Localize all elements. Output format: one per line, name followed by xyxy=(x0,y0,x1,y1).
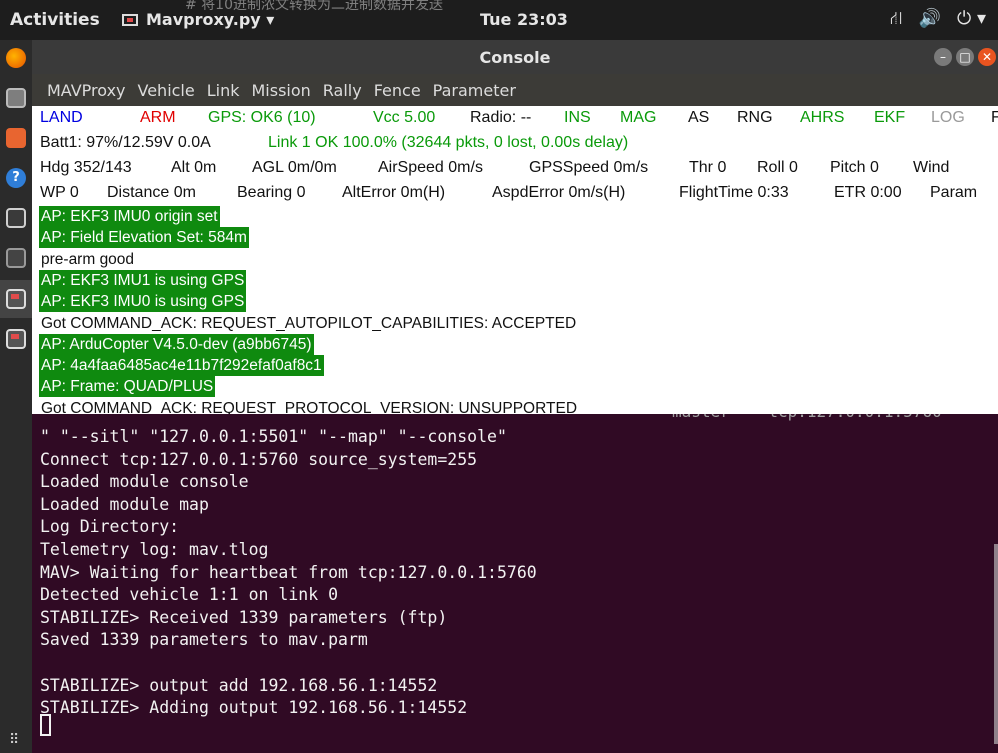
status-field: AspdError 0m/s(H) xyxy=(492,184,626,201)
status-field: Hdg 352/143 xyxy=(40,159,132,176)
console-window: Console – □ ✕ MAVProxy Vehicle Link Miss… xyxy=(32,40,998,414)
status-flag: F xyxy=(991,109,998,126)
clock[interactable]: Tue 23:03 xyxy=(480,10,568,29)
status-field: Wind xyxy=(913,159,950,176)
help-icon[interactable]: ? xyxy=(6,168,26,188)
terminal-line: Loaded module map xyxy=(40,494,209,514)
menu-mavproxy[interactable]: MAVProxy xyxy=(47,81,126,100)
status-flag: RNG xyxy=(737,109,773,126)
status-field: Param xyxy=(930,184,978,201)
status-field: Bearing 0 xyxy=(237,184,306,201)
mavproxy-map-window-icon[interactable] xyxy=(6,329,26,349)
terminal-line: MAV> Waiting for heartbeat from tcp:127.… xyxy=(40,562,537,582)
terminal-line: Log Directory: xyxy=(40,517,180,537)
app-menu-label: Mavproxy.py ▾ xyxy=(146,10,275,29)
status-field: FlightTime 0:33 xyxy=(679,184,789,201)
network-icon[interactable]: ⛙ xyxy=(890,8,903,32)
status-field: Thr 0 xyxy=(689,159,727,176)
terminal-window[interactable]: master tcp:127.0.0.1:5760 " "--sitl" "12… xyxy=(32,402,998,753)
system-monitor-icon[interactable] xyxy=(6,248,26,268)
menu-mission[interactable]: Mission xyxy=(251,81,310,100)
status-field: ETR 0:00 xyxy=(834,184,902,201)
close-button[interactable]: ✕ xyxy=(978,48,996,66)
console-message: pre-arm good xyxy=(41,250,135,268)
console-menubar: MAVProxy Vehicle Link Mission Rally Fenc… xyxy=(32,74,998,106)
status-row-attitude: Hdg 352/143 Alt 0m AGL 0m/0m AirSpeed 0m/s G… xyxy=(32,156,998,181)
dock: ? ⠿ xyxy=(0,40,32,753)
activities-button[interactable]: Activities xyxy=(10,10,100,30)
power-icon[interactable]: ⏻ ▾ xyxy=(957,8,986,32)
console-titlebar[interactable]: Console – □ ✕ xyxy=(32,40,998,74)
minimize-button[interactable]: – xyxy=(934,48,952,66)
console-message: AP: Field Elevation Set: 584m xyxy=(39,227,249,249)
status-field: AltError 0m(H) xyxy=(342,184,446,201)
terminal-line: Saved 1339 parameters to mav.parm xyxy=(40,630,368,650)
status-field: AGL 0m/0m xyxy=(252,159,337,176)
terminal-line: STABILIZE> Adding output 192.168.56.1:14… xyxy=(40,698,468,718)
status-row-navigation: WP 0 Distance 0m Bearing 0 AltError 0m(H) As… xyxy=(32,181,998,206)
files-icon[interactable] xyxy=(6,88,26,108)
console-message: AP: EKF3 IMU1 is using GPS xyxy=(39,269,247,291)
console-message: AP: ArduCopter V4.5.0-dev (a9bb6745) xyxy=(39,333,314,355)
firefox-icon[interactable] xyxy=(6,48,26,68)
status-field: Roll 0 xyxy=(757,159,798,176)
status-flag: Radio: -- xyxy=(470,109,532,126)
status-flag: AS xyxy=(688,109,710,126)
status-flag: INS xyxy=(564,109,591,126)
menu-rally[interactable]: Rally xyxy=(323,81,362,100)
status-field: AirSpeed 0m/s xyxy=(378,159,483,176)
status-flag: Vcc 5.00 xyxy=(373,109,436,126)
console-message: Got COMMAND_ACK: REQUEST_AUTOPILOT_CAPAB… xyxy=(41,314,577,332)
console-message: Got COMMAND_ACK: REQUEST_PROTOCOL_VERSIO… xyxy=(41,399,578,414)
menu-parameter[interactable]: Parameter xyxy=(433,81,516,100)
menu-link[interactable]: Link xyxy=(207,81,240,100)
console-messages: AP: EKF3 IMU0 origin set AP: Field Elevat… xyxy=(32,206,998,414)
status-row-flags: LAND ARM GPS: OK6 (10) Vcc 5.00 Radio: -- INS… xyxy=(32,106,998,131)
console-message: AP: Frame: QUAD/PLUS xyxy=(39,376,216,398)
status-flag: LOG xyxy=(931,109,965,126)
status-field: GPSSpeed 0m/s xyxy=(529,159,649,176)
terminal-line: Detected vehicle 1:1 on link 0 xyxy=(40,585,339,605)
status-flag: AHRS xyxy=(800,109,845,126)
terminal-icon[interactable] xyxy=(6,208,26,228)
battery-status: Batt1: 97%/12.59V 0.0A xyxy=(40,134,211,151)
status-field: WP 0 xyxy=(40,184,79,201)
status-field: Pitch 0 xyxy=(830,159,879,176)
status-row-battery: Batt1: 97%/12.59V 0.0A Link 1 OK 100.0% … xyxy=(32,131,998,156)
menu-fence[interactable]: Fence xyxy=(374,81,421,100)
maximize-button[interactable]: □ xyxy=(956,48,974,66)
terminal-line: STABILIZE> output add 192.168.56.1:14552 xyxy=(40,675,438,695)
window-icon xyxy=(122,13,138,26)
mavproxy-window-icon[interactable] xyxy=(6,289,26,309)
console-message: AP: EKF3 IMU0 origin set xyxy=(39,206,220,227)
system-tray[interactable]: ⛙ 🔊 ⏻ ▾ xyxy=(890,8,986,32)
status-flag: LAND xyxy=(40,109,83,126)
terminal-line: Telemetry log: mav.tlog xyxy=(40,540,269,559)
status-flag: EKF xyxy=(874,109,906,126)
terminal-line: STABILIZE> Received 1339 parameters (ftp… xyxy=(40,607,448,627)
status-field: Alt 0m xyxy=(171,159,217,176)
status-flag: ARM xyxy=(140,109,176,126)
console-title: Console xyxy=(479,48,551,67)
terminal-scrollbar[interactable] xyxy=(994,544,998,744)
status-flag: MAG xyxy=(620,109,657,126)
volume-icon[interactable]: 🔊 xyxy=(919,8,941,32)
terminal-cursor[interactable] xyxy=(40,714,51,736)
terminal-line: Connect tcp:127.0.0.1:5760 source_system… xyxy=(40,449,478,469)
top-bar: # 将10进制浓文转换为二进制数据并发送 Activities Mavproxy… xyxy=(0,0,998,40)
console-message: AP: 4a4faa6485ac4e11b7f292efaf0af8c1 xyxy=(39,355,324,377)
terminal-line: " "--sitl" "127.0.0.1:5501" "--map" "--c… xyxy=(40,427,507,446)
menu-vehicle[interactable]: Vehicle xyxy=(138,81,195,100)
link-status: Link 1 OK 100.0% (32644 pkts, 0 lost, 0.… xyxy=(268,134,629,151)
terminal-line: Loaded module console xyxy=(40,472,249,492)
show-applications-icon[interactable]: ⠿ xyxy=(9,732,19,748)
status-flag: GPS: OK6 (10) xyxy=(208,109,316,126)
app-menu[interactable]: Mavproxy.py ▾ xyxy=(122,10,274,29)
status-field: Distance 0m xyxy=(107,184,196,201)
console-message: AP: EKF3 IMU0 is using GPS xyxy=(39,291,247,313)
software-store-icon[interactable] xyxy=(6,128,26,148)
